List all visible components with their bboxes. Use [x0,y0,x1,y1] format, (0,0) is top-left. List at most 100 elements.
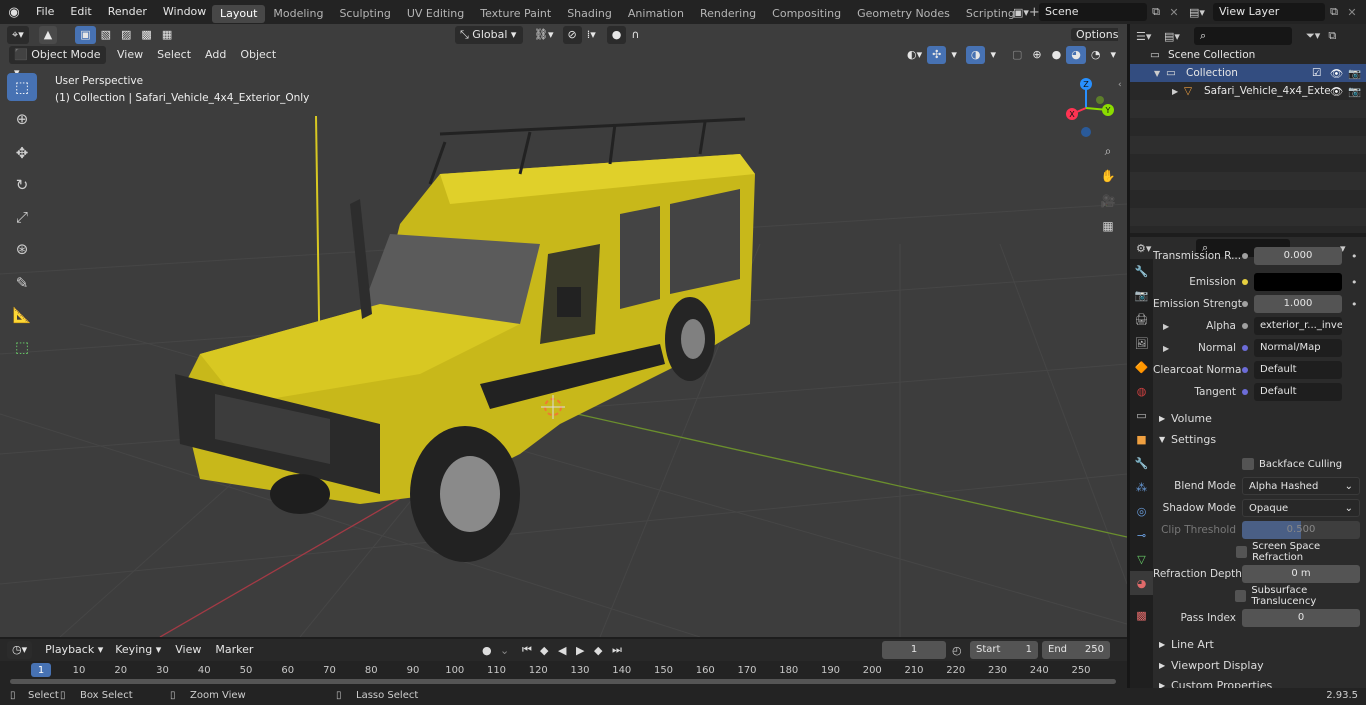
frame-ruler[interactable]: 1 10 20 30 40 50 60 70 80 90 100 110 120 130 140 150 160… [0,661,1127,688]
shading-solid-icon[interactable]: ● [1047,46,1067,64]
scale-tool-icon[interactable]: ⤢ [7,203,37,231]
falloff-icon[interactable]: ∩ [626,26,644,44]
menu-render[interactable]: Render [100,0,155,24]
visibility-eye-icon[interactable]: 👁 [1330,67,1348,80]
menu-object[interactable]: Object [235,46,281,64]
annotate-tool-icon[interactable]: ✎ [7,269,37,297]
viewport-scene[interactable] [0,24,1127,637]
texture-tab-icon[interactable]: ▩ [1130,603,1153,627]
shadow-mode-dropdown[interactable]: Opaque ⌄ [1242,499,1360,517]
pivot-point-icon[interactable]: ⛓▾ [529,26,559,44]
gizmo-toggle-icon[interactable]: ✣ [927,46,947,64]
cursor-tool-icon[interactable]: ⊕ [7,105,37,133]
next-keyframe-icon[interactable]: ◆ [594,644,612,657]
tab-sculpting[interactable]: Sculpting [331,5,398,23]
marker-menu[interactable]: Marker [210,641,258,659]
transmission-field[interactable]: 0.000 [1254,247,1342,265]
viewport-display-panel-header[interactable]: ▶ Viewport Display [1153,655,1366,675]
outliner-editor-icon[interactable]: ☰▾ [1136,30,1164,43]
menu-view[interactable]: View [112,46,148,64]
scene-icon[interactable]: ▣▾ [1013,6,1039,19]
transform-orientation-dropdown[interactable]: ⤡ Global ▾ [455,26,523,44]
overlay-dropdown-icon[interactable]: ▾ [985,46,1001,64]
collection-tab-icon[interactable]: ▭ [1130,403,1153,427]
scene-tab-icon[interactable]: 🔶 [1130,355,1153,379]
move-tool-icon[interactable]: ✥ [7,139,37,167]
editor-type-icon[interactable]: ⌖▾ [7,26,29,44]
tab-compositing[interactable]: Compositing [764,5,849,23]
view-layer-field[interactable]: View Layer [1213,3,1325,21]
visibility-eye-icon[interactable]: 👁 [1330,85,1348,98]
measure-tool-icon[interactable]: 📐 [7,301,37,329]
scene-name-field[interactable]: Scene [1039,3,1147,21]
gizmo-dropdown-icon[interactable]: ▾ [946,46,962,64]
view-layer-icon[interactable]: ▤▾ [1189,6,1213,19]
collapse-sidebar-icon[interactable]: ‹ [1118,80,1122,90]
new-view-layer-icon[interactable]: ⧉ [1325,5,1343,19]
end-frame-field[interactable]: End 250 [1042,641,1110,659]
tab-uv-editing[interactable]: UV Editing [399,5,472,23]
menu-window[interactable]: Window [155,0,214,24]
mode-dropdown[interactable]: ⬛ Object Mode ▾ [9,46,106,79]
menu-add[interactable]: Add [200,46,231,64]
select-mode-subtract-icon[interactable]: ▨ [116,26,136,44]
keyframe-dot-icon[interactable]: • [1351,250,1358,263]
line-art-panel-header[interactable]: ▶ Line Art [1153,634,1366,654]
expand-arrow-icon[interactable]: ▶ [1163,322,1169,331]
delete-view-layer-icon[interactable]: ✕ [1343,6,1361,19]
volume-panel-header[interactable]: ▶ Volume [1153,408,1366,428]
backface-culling-row[interactable]: Backface Culling [1153,453,1366,475]
shading-dropdown-icon[interactable]: ▾ [1105,46,1121,64]
tab-modeling[interactable]: Modeling [265,5,331,23]
world-tab-icon[interactable]: ◍ [1130,379,1153,403]
render-camera-icon[interactable]: 📷 [1348,67,1366,80]
emission-color-swatch[interactable] [1254,273,1342,291]
snap-icon[interactable]: ⊘ [562,26,582,44]
select-mode-new-icon[interactable]: ▣ [75,26,96,44]
safari-vehicle-model[interactable] [175,115,755,562]
material-tab-icon[interactable]: ◕ [1130,571,1153,595]
subsurface-translucency-checkbox[interactable] [1235,590,1247,602]
normal-link-field[interactable]: Normal/Map [1254,339,1342,357]
settings-panel-header[interactable]: ▼ Settings [1153,429,1366,449]
output-tab-icon[interactable]: 🖨 [1130,307,1153,331]
custom-properties-panel-header[interactable]: ▶ Custom Properties [1153,675,1366,689]
keyframe-dot-icon[interactable]: • [1351,276,1358,289]
current-frame-field[interactable]: 1 [882,641,946,659]
outliner-row-scene-collection[interactable]: ▭ Scene Collection [1130,46,1366,64]
data-tab-icon[interactable]: ▽ [1130,547,1153,571]
tab-geometry-nodes[interactable]: Geometry Nodes [849,5,958,23]
record-icon[interactable]: ● [482,644,500,657]
stopwatch-icon[interactable]: ◴ [952,644,970,657]
pan-hand-icon[interactable]: ✋ [1097,165,1119,187]
emission-strength-field[interactable]: 1.000 [1254,295,1342,313]
navigation-gizmo[interactable]: Z X Y [1054,74,1118,138]
select-mode-extend-icon[interactable]: ▧ [96,26,116,44]
render-camera-icon[interactable]: 📷 [1348,85,1366,98]
select-mode-difference-icon[interactable]: ▩ [136,26,156,44]
screen-space-refraction-row[interactable]: Screen Space Refraction [1153,541,1366,563]
timeline-scrollbar[interactable] [10,679,1116,684]
playback-menu[interactable]: Playback ▾ [40,641,108,659]
jump-start-icon[interactable]: ⏮ [522,643,540,657]
shading-wireframe-icon[interactable]: ⊕ [1027,46,1046,64]
outliner-row-collection[interactable]: ▼ ▭ Collection ☑ 👁 📷 [1130,64,1366,82]
shading-material-icon[interactable]: ◕ [1066,46,1086,64]
render-tab-icon[interactable]: 📷 [1130,283,1153,307]
backface-culling-checkbox[interactable] [1242,458,1254,470]
zoom-icon[interactable]: ⌕ [1097,140,1119,162]
new-scene-icon[interactable]: ⧉ [1147,5,1165,19]
screen-space-refraction-checkbox[interactable] [1235,546,1248,558]
new-collection-icon[interactable]: ⧉ [1328,29,1336,43]
expand-arrow-icon[interactable]: ▼ [1154,69,1166,78]
keying-menu[interactable]: Keying ▾ [110,641,166,659]
physics-tab-icon[interactable]: ◎ [1130,499,1153,523]
subsurface-translucency-row[interactable]: Subsurface Translucency [1153,585,1366,607]
menu-file[interactable]: File [28,0,62,24]
timeline-view-menu[interactable]: View [170,641,206,659]
outliner-search-input[interactable]: ⌕ [1194,27,1292,45]
tangent-field[interactable]: Default [1254,383,1342,401]
blend-mode-dropdown[interactable]: Alpha Hashed ⌄ [1242,477,1360,495]
add-cube-tool-icon[interactable]: ⬚ [7,333,37,361]
select-box-tool-icon[interactable]: ⬚ [7,73,37,101]
